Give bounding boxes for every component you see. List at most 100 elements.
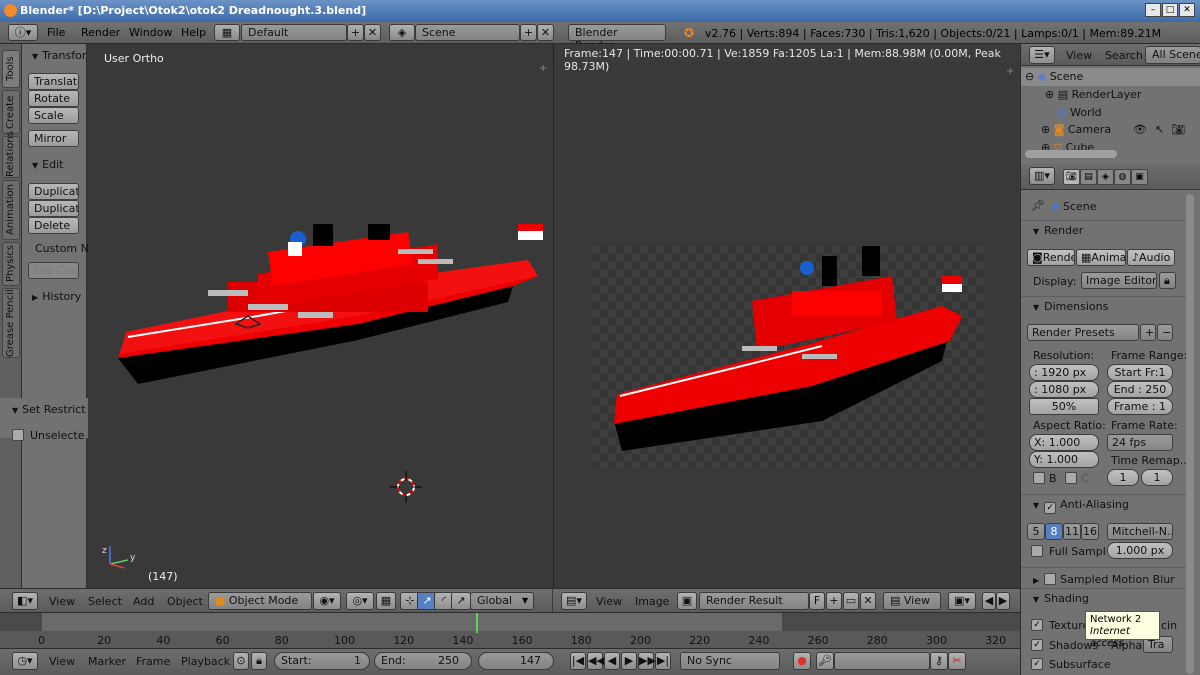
editor-type-image-icon[interactable]: ▤▾ [561, 592, 587, 610]
editor-type-3d-icon[interactable]: ◧▾ [12, 592, 38, 610]
frame-rate-select[interactable]: 24 fps [1107, 434, 1173, 451]
outliner-filter-select[interactable]: All Scenes [1145, 46, 1200, 64]
jump-start-icon[interactable]: |◀ [570, 652, 586, 670]
end-frame-field[interactable]: End: 250 [374, 652, 472, 670]
screen-layout-field[interactable]: Default [241, 24, 347, 41]
flip-custom-button[interactable]: Flip Cust [28, 262, 79, 279]
tab-animation[interactable]: Animation [2, 180, 20, 240]
translate-button[interactable]: Translate [28, 73, 79, 90]
frame-step-field[interactable]: Frame : 1 [1107, 398, 1173, 415]
maximize-button[interactable]: □ [1162, 3, 1178, 17]
lock-interface-icon[interactable]: 🔒︎ [1159, 272, 1176, 289]
motion-blur-panel-header[interactable]: ▶ Sampled Motion Blur [1021, 567, 1189, 587]
outliner-view-menu[interactable]: View [1066, 49, 1092, 62]
render-engine-select[interactable]: Blender Render [568, 24, 666, 52]
textures-checkbox[interactable]: ✓ [1031, 619, 1043, 631]
full-sample-checkbox[interactable] [1031, 545, 1043, 557]
editor-type-info-icon[interactable]: ⓘ▾ [8, 24, 38, 41]
anti-aliasing-panel-header[interactable]: ▼ ✓ Anti-Aliasing [1021, 494, 1189, 514]
set-restrict-header[interactable]: ▼ Set Restrict [0, 400, 88, 420]
resolution-percent-field[interactable]: 50% [1029, 398, 1099, 415]
ship-3d-model[interactable] [108, 224, 548, 414]
aa-samples-11[interactable]: 11 [1063, 523, 1081, 540]
play-reverse-icon[interactable]: ◀ [604, 652, 620, 670]
menu-view[interactable]: View [49, 595, 75, 608]
resolution-x-field[interactable]: : 1920 px [1029, 364, 1099, 381]
remove-preset-icon[interactable]: − [1157, 324, 1173, 341]
add-layout-icon[interactable]: + [347, 24, 364, 41]
menu-window[interactable]: Window [129, 26, 172, 39]
render-panel-header[interactable]: ▼ Render [1021, 220, 1189, 240]
pivot-icon[interactable]: ◎▾ [346, 592, 374, 610]
unselected-checkbox[interactable] [12, 429, 24, 441]
render-still-button[interactable]: ◙Render [1027, 249, 1075, 266]
selectable-cursor-icon[interactable]: ↖ [1155, 123, 1164, 136]
record-icon[interactable]: ● [793, 652, 811, 670]
outliner-row-world[interactable]: ◍ World [1021, 104, 1200, 122]
image-name-field[interactable]: Render Result [699, 592, 809, 610]
menu-frame[interactable]: Frame [136, 655, 170, 668]
manipulator-toggle-icon[interactable]: ▦ [376, 592, 396, 610]
lock-range-icon[interactable]: 🔒︎ [251, 652, 267, 670]
add-preset-icon[interactable]: + [1140, 324, 1156, 341]
viewport-corner-plus-icon[interactable]: + [539, 63, 549, 74]
render-tab-icon[interactable]: 📷︎ [1063, 169, 1080, 185]
image-browse-icon[interactable]: ▣ [677, 592, 697, 610]
resolution-y-field[interactable]: : 1080 px [1029, 381, 1099, 398]
image-editor-corner-plus-icon[interactable]: + [1006, 66, 1014, 77]
menu-image[interactable]: Image [635, 595, 669, 608]
keying-set-field[interactable] [834, 652, 930, 670]
editor-type-timeline-icon[interactable]: ◷▾ [12, 652, 38, 670]
menu-timeline-view[interactable]: View [49, 655, 75, 668]
menu-add[interactable]: Add [133, 595, 154, 608]
menu-help[interactable]: Help [181, 26, 206, 39]
sync-mode-select[interactable]: No Sync [680, 652, 780, 670]
remap-old-field[interactable]: 1 [1107, 469, 1139, 486]
tab-physics[interactable]: Physics [2, 242, 20, 286]
aspect-x-field[interactable]: X: 1.000 [1029, 434, 1099, 451]
fake-user-button[interactable]: F [809, 592, 825, 610]
display-select[interactable]: Image Editor [1081, 272, 1157, 289]
menu-marker[interactable]: Marker [88, 655, 126, 668]
scene-field[interactable]: Scene [415, 24, 520, 41]
minimize-button[interactable]: – [1145, 3, 1161, 17]
render-camera-icon[interactable]: 📷︎ [1171, 123, 1185, 136]
outliner-scrollbar[interactable] [1025, 150, 1117, 158]
editor-type-properties-icon[interactable]: ▥▾ [1029, 167, 1055, 185]
editor-type-outliner-icon[interactable]: ☰▾ [1029, 46, 1055, 64]
prev-slot-icon[interactable]: ◀ [982, 592, 996, 610]
jump-end-icon[interactable]: ▶| [655, 652, 671, 670]
tab-create[interactable]: Create [2, 90, 20, 134]
edit-panel-header[interactable]: ▼ Edit [22, 155, 87, 175]
visibility-eye-icon[interactable]: 👁︎ [1133, 123, 1147, 136]
properties-scrollbar[interactable] [1186, 194, 1194, 674]
current-frame-field[interactable]: 147 [478, 652, 554, 670]
menu-render[interactable]: Render [81, 26, 120, 39]
history-panel-header[interactable]: ▶ History [22, 287, 87, 307]
filter-size-field[interactable]: 1.000 px [1107, 542, 1173, 559]
3d-viewport[interactable]: User Ortho + y z (147) [88, 44, 552, 588]
next-keyframe-icon[interactable]: ▶▶ [638, 652, 656, 670]
start-frame-prop-field[interactable]: Start Fr:1 [1107, 364, 1173, 381]
outliner-row-scene[interactable]: ⊖ ◈ Scene [1021, 68, 1200, 86]
screen-layout-icon[interactable]: ▦ [214, 24, 240, 41]
menu-object[interactable]: Object [167, 595, 203, 608]
timeline-ruler[interactable] [0, 613, 1020, 631]
mirror-button[interactable]: Mirror [28, 130, 79, 147]
prev-keyframe-icon[interactable]: ◀◀ [587, 652, 605, 670]
outliner-row-camera[interactable]: ⊕ ◙ Camera 👁︎ ↖ 📷︎ [1021, 121, 1200, 139]
outliner-row-renderlayer[interactable]: ⊕ ▤ RenderLayer [1021, 86, 1200, 104]
aa-samples-16[interactable]: 16 [1081, 523, 1099, 540]
image-editor[interactable]: Frame:147 | Time:00:00.71 | Ve:1859 Fa:1… [553, 44, 1019, 588]
view-mode-select[interactable]: ▤ View [883, 592, 941, 610]
aspect-y-field[interactable]: Y: 1.000 [1029, 451, 1099, 468]
end-frame-prop-field[interactable]: End : 250 [1107, 381, 1173, 398]
border-checkbox[interactable] [1033, 472, 1045, 484]
remap-new-field[interactable]: 1 [1141, 469, 1173, 486]
menu-select[interactable]: Select [88, 595, 122, 608]
pin-icon[interactable]: 📌︎ [1031, 199, 1045, 212]
duplicate-linked-button[interactable]: Duplicate [28, 200, 79, 217]
outliner-search-menu[interactable]: Search [1105, 49, 1143, 62]
scene-tab-icon[interactable]: ◈ [1097, 169, 1114, 185]
menu-image-view[interactable]: View [596, 595, 622, 608]
